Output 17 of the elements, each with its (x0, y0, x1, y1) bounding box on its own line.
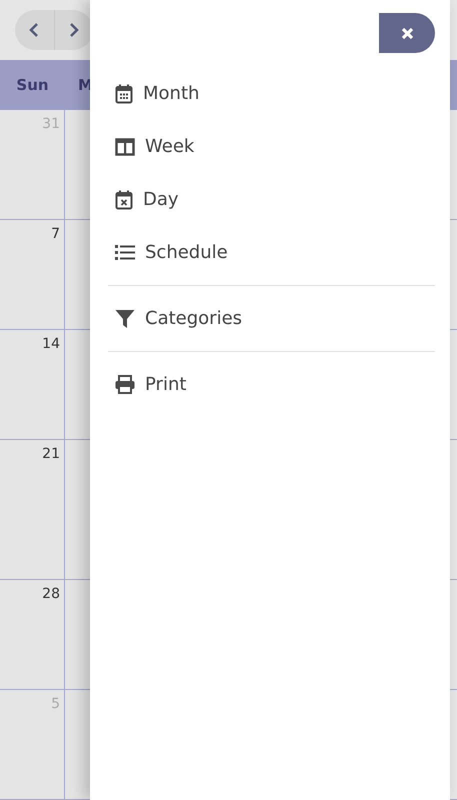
chevron-right-icon (68, 22, 79, 38)
close-icon (400, 26, 414, 40)
menu-item[interactable]: Schedule (108, 226, 228, 279)
close-button[interactable] (379, 13, 435, 53)
menu-item[interactable]: Print (108, 358, 186, 411)
menu-item[interactable]: Week (108, 120, 194, 173)
calendar-grid-icon (115, 84, 133, 104)
printer-icon (115, 375, 135, 394)
list-icon (115, 244, 135, 261)
two-column-icon (115, 138, 135, 156)
menu-item[interactable]: Month (108, 67, 200, 120)
weekday-header: Sun (16, 74, 49, 96)
menu-item[interactable]: Day (108, 173, 179, 226)
chevron-left-icon (29, 22, 40, 38)
filter-icon (115, 308, 135, 328)
calendar-x-icon (115, 190, 133, 210)
menu-item[interactable]: Categories (108, 292, 242, 345)
